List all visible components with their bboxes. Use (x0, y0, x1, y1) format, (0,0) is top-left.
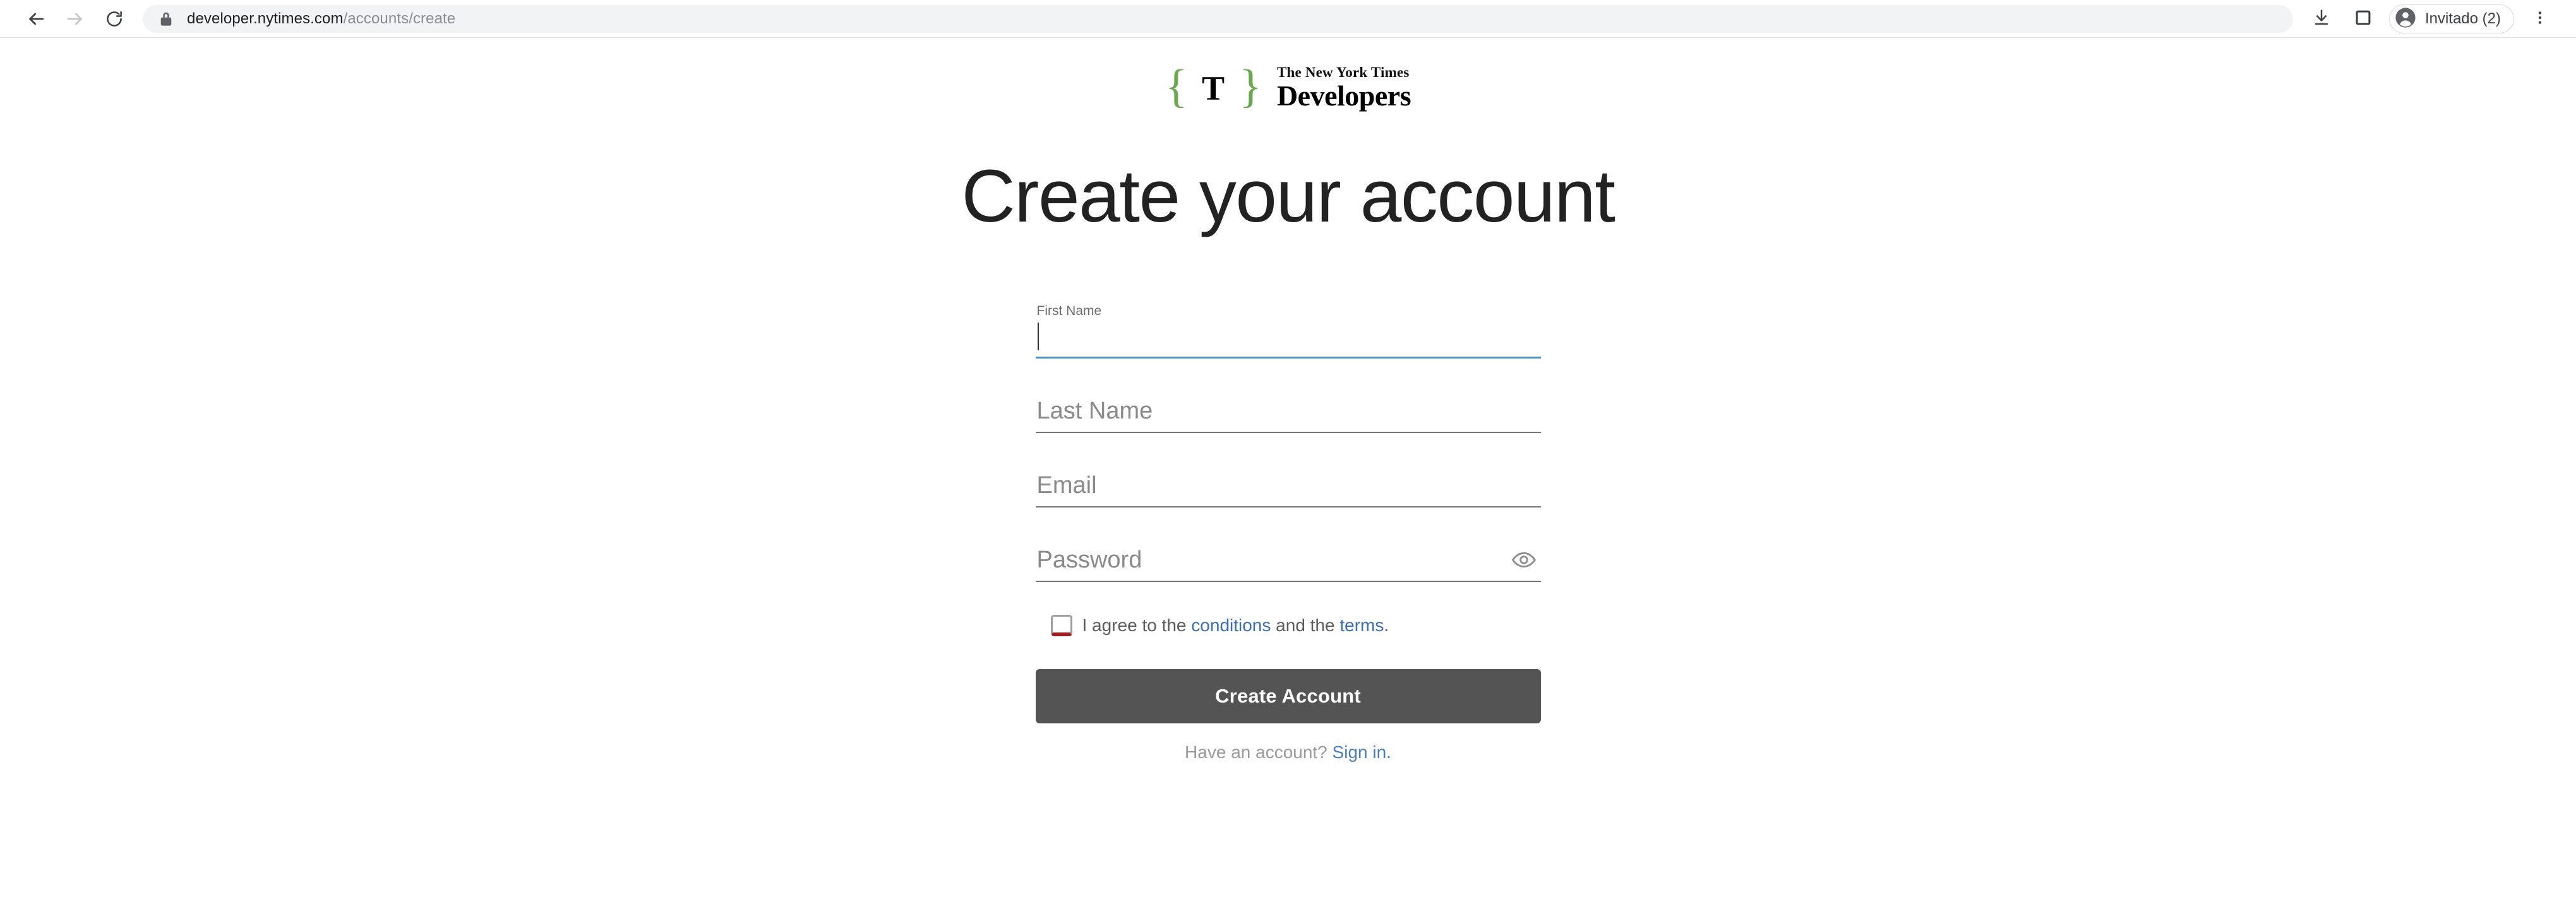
terms-agreement-row[interactable]: I agree to the conditions and the terms. (1050, 615, 1541, 636)
eye-icon[interactable] (1511, 547, 1537, 573)
side-panel-button[interactable] (2344, 0, 2383, 39)
reload-icon (105, 9, 124, 28)
terms-text: I agree to the conditions and the terms. (1082, 615, 1389, 636)
page-content: { T } The New York Times Developers Crea… (0, 38, 2576, 763)
side-panel-icon (2354, 9, 2372, 30)
reload-button[interactable] (95, 0, 134, 39)
sign-in-link[interactable]: Sign in. (1333, 742, 1391, 762)
arrow-left-icon (26, 9, 46, 29)
browser-toolbar: developer.nytimes.com/accounts/create In… (0, 0, 2576, 38)
terms-link[interactable]: terms (1339, 615, 1384, 635)
create-account-button[interactable]: Create Account (1035, 669, 1541, 723)
first-name-label: First Name (1036, 304, 1102, 318)
terms-middle: and the (1271, 615, 1340, 636)
terms-suffix: . (1384, 615, 1389, 636)
terms-checkbox[interactable] (1050, 615, 1072, 636)
email-placeholder: Email (1036, 472, 1097, 499)
email-field[interactable]: Email (1035, 437, 1541, 507)
download-button[interactable] (2302, 0, 2341, 39)
three-dot-menu-icon (2532, 9, 2548, 29)
lock-icon (157, 9, 176, 28)
logo-wordmark: The New York Times Developers (1277, 65, 1411, 110)
toolbar-divider (0, 37, 2576, 38)
svg-text:T: T (1202, 69, 1225, 106)
terms-prefix: I agree to the (1082, 615, 1192, 636)
create-account-form: First Name Last Name Email Password I ag… (1035, 288, 1541, 763)
signin-row: Have an account? Sign in. (1036, 742, 1541, 763)
last-name-field[interactable]: Last Name (1035, 362, 1541, 433)
logo-masthead: The New York Times (1276, 64, 1410, 80)
signin-prompt: Have an account? (1185, 742, 1333, 762)
arrow-right-icon (65, 9, 85, 29)
brace-open: { (1165, 61, 1188, 112)
profile-label: Invitado (2) (2424, 10, 2501, 27)
text-caret (1037, 323, 1039, 350)
password-placeholder: Password (1036, 547, 1142, 573)
nyt-developers-logo[interactable]: { T } The New York Times Developers (1165, 61, 1411, 115)
page-title: Create your account (961, 155, 1615, 238)
password-field[interactable]: Password (1035, 511, 1541, 582)
account-circle-icon (2395, 7, 2416, 32)
address-bar[interactable]: developer.nytimes.com/accounts/create (143, 5, 2293, 33)
profile-button[interactable]: Invitado (2) (2388, 4, 2514, 33)
nyt-t-monogram-icon: T (1194, 68, 1233, 107)
last-name-placeholder: Last Name (1036, 398, 1153, 424)
chrome-menu-button[interactable] (2520, 0, 2560, 39)
download-icon (2312, 8, 2331, 30)
forward-button[interactable] (56, 0, 95, 39)
toolbar-right-actions: Invitado (2) (2302, 0, 2560, 39)
url-path: /accounts/create (343, 10, 456, 27)
url-text: developer.nytimes.com/accounts/create (187, 10, 455, 28)
logo-product: Developers (1276, 80, 1411, 112)
url-domain: developer.nytimes.com (187, 10, 344, 27)
back-button[interactable] (16, 0, 56, 39)
conditions-link[interactable]: conditions (1191, 615, 1271, 635)
brace-close: } (1239, 61, 1262, 112)
first-name-field[interactable]: First Name (1035, 288, 1541, 359)
